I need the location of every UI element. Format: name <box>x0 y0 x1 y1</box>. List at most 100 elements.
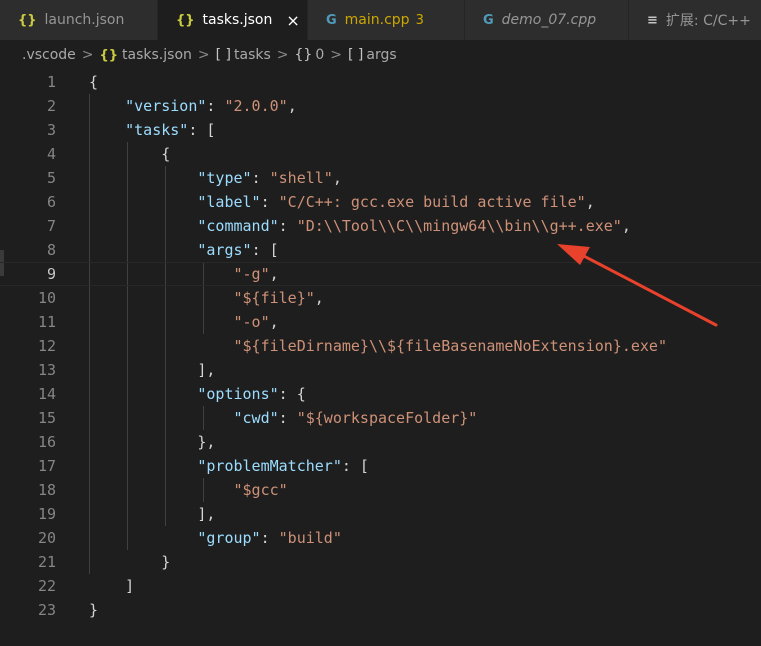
json-file-icon: {} <box>176 12 195 28</box>
cpp-file-icon: G <box>326 12 337 28</box>
line-number: 18 <box>37 481 56 499</box>
breadcrumb-separator: > <box>197 47 210 63</box>
code-line: 11 "-o", <box>0 310 761 334</box>
tab-label: tasks.json <box>202 12 273 28</box>
code-line: 4 { <box>0 142 761 166</box>
line-text: ] <box>125 577 135 595</box>
breadcrumb-index[interactable]: 0 <box>315 47 324 63</box>
code-line: 10 "${file}", <box>0 286 761 310</box>
line-number: 16 <box>37 433 56 451</box>
line-number: 1 <box>46 73 56 91</box>
line-text: "group": "build" <box>197 529 342 547</box>
line-text: } <box>161 553 171 571</box>
line-text: "options": { <box>197 385 306 403</box>
line-text: } <box>89 601 99 619</box>
line-number: 5 <box>46 169 56 187</box>
line-number: 10 <box>37 289 56 307</box>
code-line: 14 "options": { <box>0 382 761 406</box>
code-line: 20 "group": "build" <box>0 526 761 550</box>
breadcrumb-separator: > <box>81 47 94 63</box>
line-number: 15 <box>37 409 56 427</box>
code-line: 18 "$gcc" <box>0 478 761 502</box>
line-text: "version": "2.0.0", <box>125 97 297 115</box>
code-line: 8 "args": [ <box>0 238 761 262</box>
line-text: "command": "D:\\Tool\\C\\mingw64\\bin\\g… <box>197 217 631 235</box>
code-line: 3 "tasks": [ <box>0 118 761 142</box>
line-text: { <box>161 145 171 163</box>
code-line: 2 "version": "2.0.0", <box>0 94 761 118</box>
line-number: 9 <box>46 265 56 283</box>
array-icon: [ ] <box>347 47 364 63</box>
code-line: 16 }, <box>0 430 761 454</box>
close-icon[interactable]: × <box>286 11 299 30</box>
line-number: 11 <box>37 313 56 331</box>
line-number: 19 <box>37 505 56 523</box>
tab-label: launch.json <box>44 12 125 28</box>
tab-extension-cpp[interactable]: ≡ 扩展: C/C++ <box>629 0 761 40</box>
problem-count-badge: 3 <box>415 12 424 28</box>
line-text: }, <box>197 433 216 451</box>
cpp-file-icon: G <box>483 12 494 28</box>
editor-tab-bar: {} launch.json {} tasks.json × G main.cp… <box>0 0 761 40</box>
json-file-icon: {} <box>18 12 37 28</box>
line-text: "type": "shell", <box>197 169 342 187</box>
line-number: 20 <box>37 529 56 547</box>
line-text: "args": [ <box>197 241 279 259</box>
code-line: 23 } <box>0 598 761 622</box>
code-line: 15 "cwd": "${workspaceFolder}" <box>0 406 761 430</box>
line-text: "-g", <box>233 265 279 283</box>
line-text: "tasks": [ <box>125 121 216 139</box>
breadcrumb-file[interactable]: tasks.json <box>122 47 192 63</box>
tab-label: main.cpp <box>344 12 410 28</box>
line-text: "$gcc" <box>233 481 288 499</box>
line-number: 12 <box>37 337 56 355</box>
breadcrumb: .vscode > {} tasks.json > [ ] tasks > {}… <box>0 40 761 70</box>
line-number: 21 <box>37 553 56 571</box>
tab-main-cpp[interactable]: G main.cpp 3 <box>308 0 465 40</box>
line-text: "-o", <box>233 313 279 331</box>
tab-demo-07-cpp[interactable]: G demo_07.cpp <box>465 0 629 40</box>
breadcrumb-tasks[interactable]: tasks <box>234 47 271 63</box>
line-text: ], <box>197 361 216 379</box>
line-number: 8 <box>46 241 56 259</box>
line-number: 6 <box>46 193 56 211</box>
line-number: 7 <box>46 217 56 235</box>
code-line: 19 ], <box>0 502 761 526</box>
line-number: 2 <box>46 97 56 115</box>
code-line: 21 } <box>0 550 761 574</box>
code-line: 22 ] <box>0 574 761 598</box>
line-number: 14 <box>37 385 56 403</box>
code-line: 5 "type": "shell", <box>0 166 761 190</box>
code-line: 12 "${fileDirname}\\${fileBasenameNoExte… <box>0 334 761 358</box>
code-line: 6 "label": "C/C++: gcc.exe build active … <box>0 190 761 214</box>
line-number: 3 <box>46 121 56 139</box>
line-number: 4 <box>46 145 56 163</box>
tab-label: demo_07.cpp <box>501 12 597 28</box>
code-line: 1 { <box>0 70 761 94</box>
breadcrumb-folder[interactable]: .vscode <box>22 47 76 63</box>
line-text: "problemMatcher": [ <box>197 457 369 475</box>
tab-launch-json[interactable]: {} launch.json <box>0 0 158 40</box>
breadcrumb-args[interactable]: args <box>366 47 396 63</box>
line-text: { <box>89 73 99 91</box>
preview-doc-icon: ≡ <box>647 12 658 28</box>
line-number: 13 <box>37 361 56 379</box>
line-number: 17 <box>37 457 56 475</box>
code-line: 7 "command": "D:\\Tool\\C\\mingw64\\bin\… <box>0 214 761 238</box>
line-text: "cwd": "${workspaceFolder}" <box>233 409 478 427</box>
json-file-icon: {} <box>99 47 119 63</box>
tab-tasks-json[interactable]: {} tasks.json × <box>158 0 308 40</box>
code-line: 13 ], <box>0 358 761 382</box>
line-number: 23 <box>37 601 56 619</box>
breadcrumb-separator: > <box>276 47 289 63</box>
code-line: 17 "problemMatcher": [ <box>0 454 761 478</box>
object-icon: {} <box>294 47 313 63</box>
tab-label: 扩展: C/C++ <box>665 13 751 29</box>
current-line: 9 "-g", <box>0 262 761 286</box>
breadcrumb-separator: > <box>330 47 342 63</box>
code-editor[interactable]: 1 { 2 "version": "2.0.0", 3 "tasks": [ 4… <box>0 70 761 646</box>
line-text: "label": "C/C++: gcc.exe build active fi… <box>197 193 595 211</box>
line-text: "${fileDirname}\\${fileBasenameNoExtensi… <box>233 337 667 355</box>
line-text: "${file}", <box>233 289 324 307</box>
array-icon: [ ] <box>215 47 231 63</box>
